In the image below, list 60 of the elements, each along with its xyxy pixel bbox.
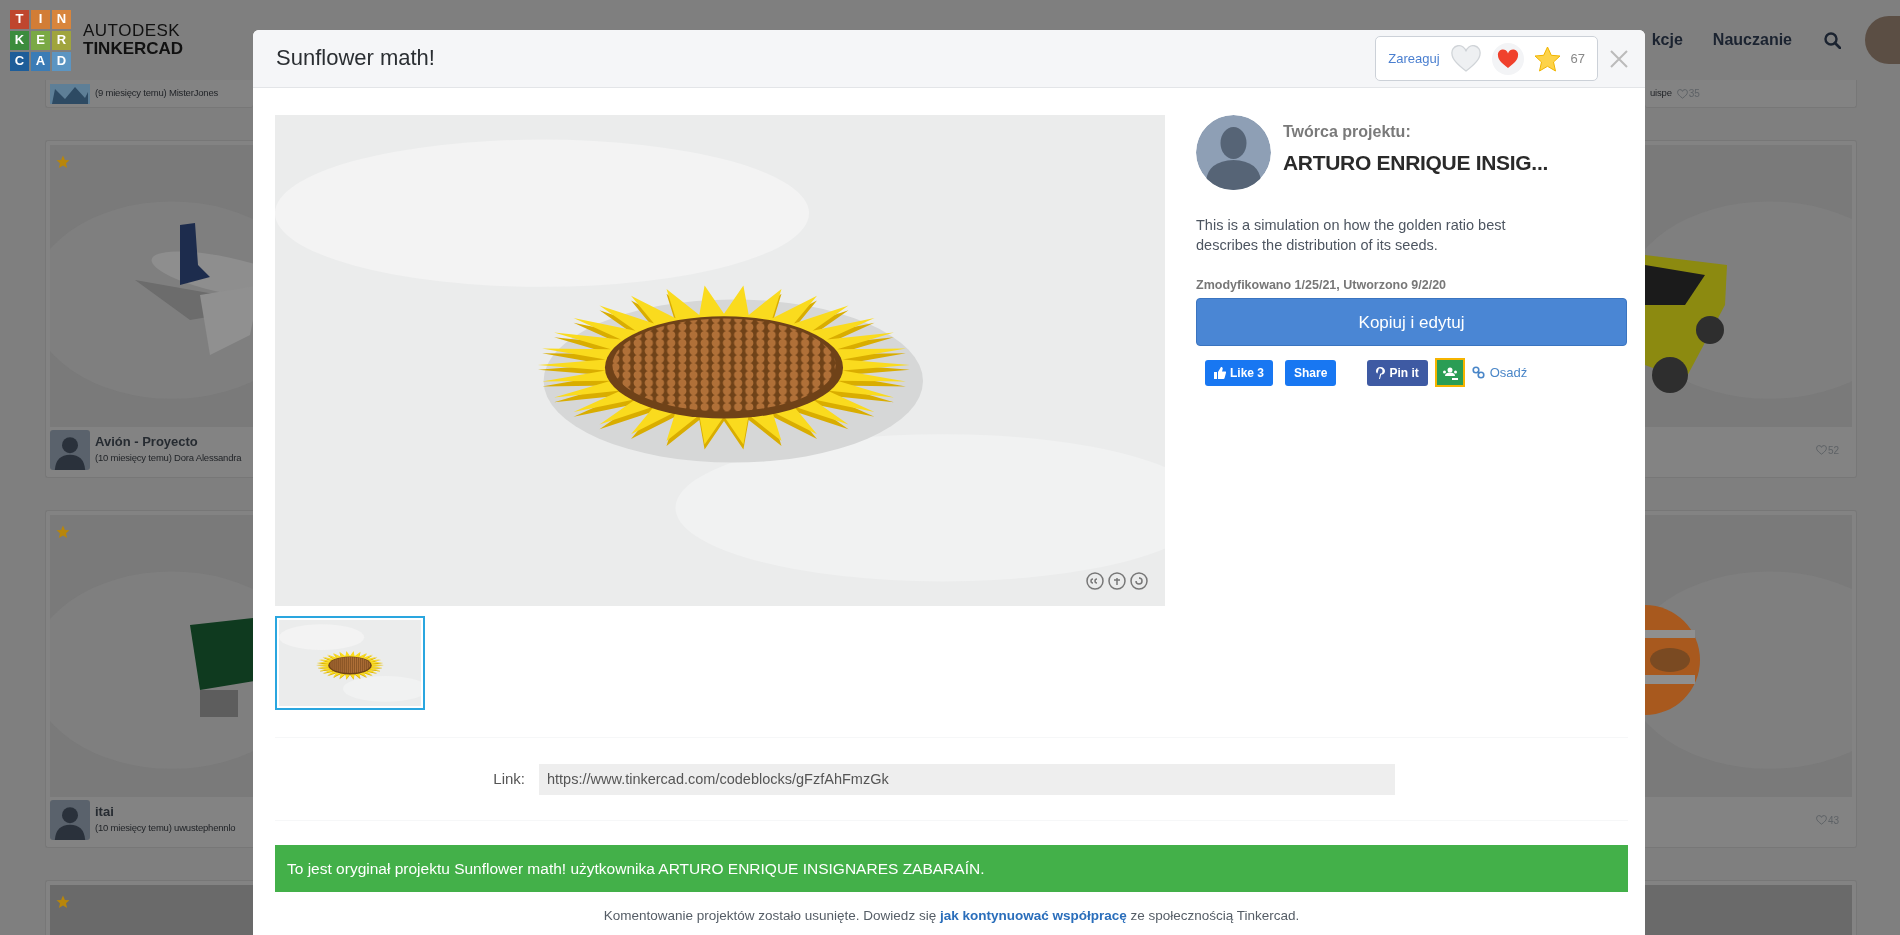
creator-label: Twórca projektu: bbox=[1283, 122, 1412, 142]
user-avatar[interactable] bbox=[1865, 16, 1900, 64]
avatar-icon bbox=[50, 800, 90, 840]
project-meta: (9 miesięcy temu) MisterJones bbox=[95, 86, 218, 101]
embed-link[interactable]: Osadź bbox=[1471, 363, 1528, 383]
help-link[interactable]: jak kontynuować współpracę bbox=[939, 908, 1127, 923]
logo-tile: T bbox=[10, 9, 29, 29]
close-icon bbox=[1610, 49, 1628, 68]
logo-tile: K bbox=[10, 30, 29, 50]
project-meta: (10 miesięcy temu) Dora Alessandra bbox=[95, 451, 242, 466]
classroom-share-button[interactable] bbox=[1434, 358, 1465, 388]
pin-button[interactable]: Pin it bbox=[1367, 359, 1428, 386]
logo-tile: I bbox=[31, 9, 50, 29]
logo-tile: C bbox=[10, 51, 29, 71]
project-card[interactable]: itai (10 miesięcy temu) uwustephennlo bbox=[45, 510, 253, 848]
logo-tile: N bbox=[52, 9, 71, 29]
pin-icon bbox=[1376, 366, 1386, 379]
project-card[interactable]: (9 miesięcy temu) MisterJones bbox=[45, 80, 253, 108]
link-field[interactable]: https://www.tinkercad.com/codeblocks/gFzfAhFmzGk bbox=[539, 763, 1395, 795]
creator-name[interactable]: ARTURO ENRIQUE INSIG... bbox=[1283, 147, 1548, 179]
link-label: Link: bbox=[492, 768, 525, 789]
project-title: Avión - Proyecto bbox=[95, 434, 199, 452]
project-description: This is a simulation on how the golden ratio best describes the distribution of its seeds. bbox=[1196, 216, 1507, 256]
logo-tile: D bbox=[52, 51, 71, 71]
logo-tile: R bbox=[52, 30, 71, 50]
avatar-icon[interactable] bbox=[1196, 115, 1271, 190]
dialog-title: Sunflower math! bbox=[276, 45, 435, 72]
comments-notice: Komentowanie projektów zostało usunięte. Dowiedz się jak kontynuować współpracę ze społecznością Tinkercad. bbox=[602, 907, 1301, 925]
people-icon bbox=[1440, 365, 1459, 380]
logo-tile: A bbox=[31, 51, 50, 71]
share-button[interactable]: Share bbox=[1285, 359, 1337, 386]
heart-icon bbox=[1676, 88, 1688, 99]
project-title: itai bbox=[95, 804, 115, 822]
avatar-icon bbox=[50, 430, 90, 470]
project-dates: Zmodyfikowano 1/25/21, Utworzono 9/2/20 bbox=[1196, 276, 1448, 294]
heart-button[interactable] bbox=[1449, 44, 1482, 73]
heart-icon bbox=[1496, 48, 1519, 69]
original-notice: To jest oryginał projektu Sunflower math! użytkownika ARTURO ENRIQUE INSIGNARES ZABARAÍN. bbox=[275, 845, 1628, 892]
heart-icon bbox=[1815, 445, 1827, 455]
copy-edit-button[interactable]: Kopiuj i edytuj bbox=[1196, 298, 1627, 347]
logo-tile: E bbox=[31, 30, 50, 50]
thumbs-up-icon bbox=[1214, 366, 1226, 379]
close-button[interactable] bbox=[1610, 49, 1628, 68]
star-icon[interactable] bbox=[1533, 45, 1561, 72]
like-button[interactable]: Like 3 bbox=[1205, 359, 1274, 386]
project-meta: (10 miesięcy temu) uwustephennlo bbox=[95, 821, 236, 836]
love-reaction[interactable] bbox=[1491, 42, 1524, 75]
nav-link[interactable]: Nauczanie bbox=[1712, 28, 1792, 52]
product-name: TINKERCAD bbox=[83, 40, 184, 58]
link-icon bbox=[1471, 366, 1485, 380]
nav-link[interactable]: kcje bbox=[1651, 28, 1683, 52]
heart-icon bbox=[1815, 815, 1827, 825]
project-meta: uispe bbox=[1650, 86, 1672, 101]
license-icon bbox=[1086, 572, 1148, 590]
project-card[interactable]: Avión - Proyecto (10 miesięcy temu) Dora Alessandra bbox=[45, 140, 253, 478]
reaction-count: 67 bbox=[1570, 49, 1585, 68]
react-link[interactable]: Zareaguj bbox=[1388, 48, 1440, 69]
search-icon[interactable] bbox=[1824, 31, 1841, 49]
brand-name: AUTODESK bbox=[83, 22, 182, 40]
heart-icon bbox=[1449, 44, 1482, 73]
